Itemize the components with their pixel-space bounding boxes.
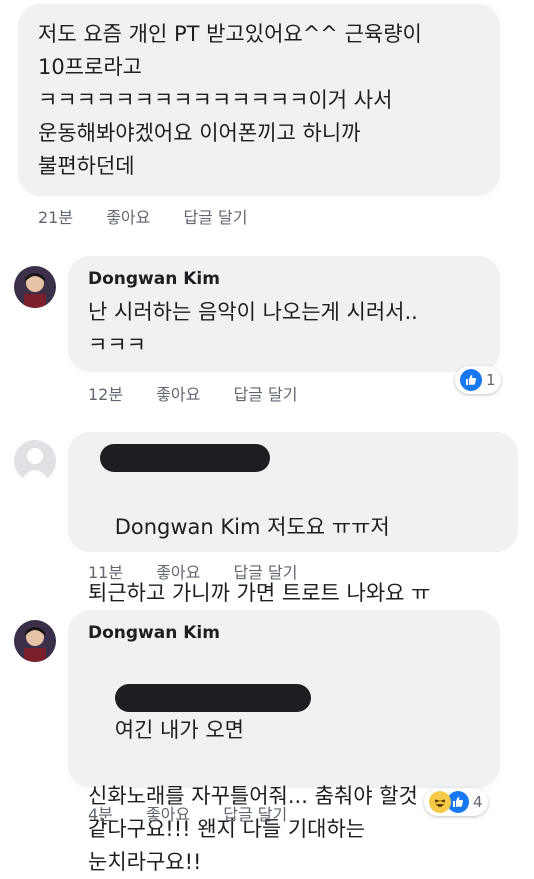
- comment-time: 12분: [88, 385, 124, 404]
- like-link[interactable]: 좋아요: [146, 801, 190, 825]
- reaction-count: 4: [473, 793, 483, 811]
- like-icon: [460, 369, 482, 391]
- comment-text: 난 시러하는 음악이 나오는게 시러서.. ㅋㅋㅋ: [88, 300, 418, 357]
- avatar[interactable]: [14, 266, 56, 308]
- redacted-mention: [114, 684, 311, 712]
- like-link[interactable]: 좋아요: [156, 559, 200, 583]
- reaction-count: 1: [486, 371, 496, 389]
- reply-link[interactable]: 답글 달기: [233, 559, 297, 583]
- comment-bubble: 저도 요즘 개인 PT 받고있어요^^ 근육량이 10프로라고 ㅋㅋㅋㅋㅋㅋㅋㅋ…: [18, 4, 500, 196]
- reply-link[interactable]: 답글 달기: [183, 204, 247, 228]
- comment-author[interactable]: Dongwan Kim: [88, 268, 480, 290]
- comment-meta: 4분 좋아요 답글 달기: [88, 801, 315, 825]
- reaction-summary[interactable]: 1: [455, 366, 501, 394]
- redacted-author: [100, 444, 270, 472]
- comment-time: 21분: [38, 208, 74, 227]
- comment-bubble: Dongwan Kim 여긴 내가 오면 신화노래를 자꾸틀어줘... 춤춰야 …: [68, 610, 500, 874]
- reply-link[interactable]: 답글 달기: [223, 801, 287, 825]
- like-link[interactable]: 좋아요: [156, 381, 200, 405]
- comment-time: 4분: [88, 805, 113, 824]
- comment-bubble: Dongwan Kim 난 시러하는 음악이 나오는게 시러서.. ㅋㅋㅋ: [68, 256, 500, 372]
- comment-meta: 12분 좋아요 답글 달기: [88, 381, 325, 405]
- comment-bubble: Dongwan Kim 저도요 ㅠㅠ저 퇴근하고 가니까 가면 트로트 나와요 …: [68, 432, 518, 605]
- comment-text: 저도요 ㅠㅠ저: [260, 515, 390, 539]
- comment-meta: 11분 좋아요 답글 달기: [88, 559, 325, 583]
- comment-text: 여긴 내가 오면: [114, 718, 244, 742]
- comment-meta: 21분 좋아요 답글 달기: [38, 204, 275, 228]
- comment-text: 저도 요즘 개인 PT 받고있어요^^ 근육량이 10프로라고 ㅋㅋㅋㅋㅋㅋㅋㅋ…: [38, 22, 422, 178]
- like-link[interactable]: 좋아요: [106, 204, 150, 228]
- avatar[interactable]: [14, 620, 56, 662]
- default-avatar-icon[interactable]: [14, 440, 56, 482]
- comment-time: 11분: [88, 563, 124, 582]
- haha-icon: [429, 791, 451, 813]
- comment-text: 신화노래를 자꾸틀어줘... 춤춰야 할것 같다구요!!! 왠지 다들 기대하는…: [88, 784, 418, 874]
- reply-link[interactable]: 답글 달기: [233, 381, 297, 405]
- comment-author[interactable]: Dongwan Kim: [88, 622, 480, 644]
- mention-link[interactable]: Dongwan Kim: [115, 515, 261, 539]
- reaction-summary[interactable]: 4: [424, 788, 488, 816]
